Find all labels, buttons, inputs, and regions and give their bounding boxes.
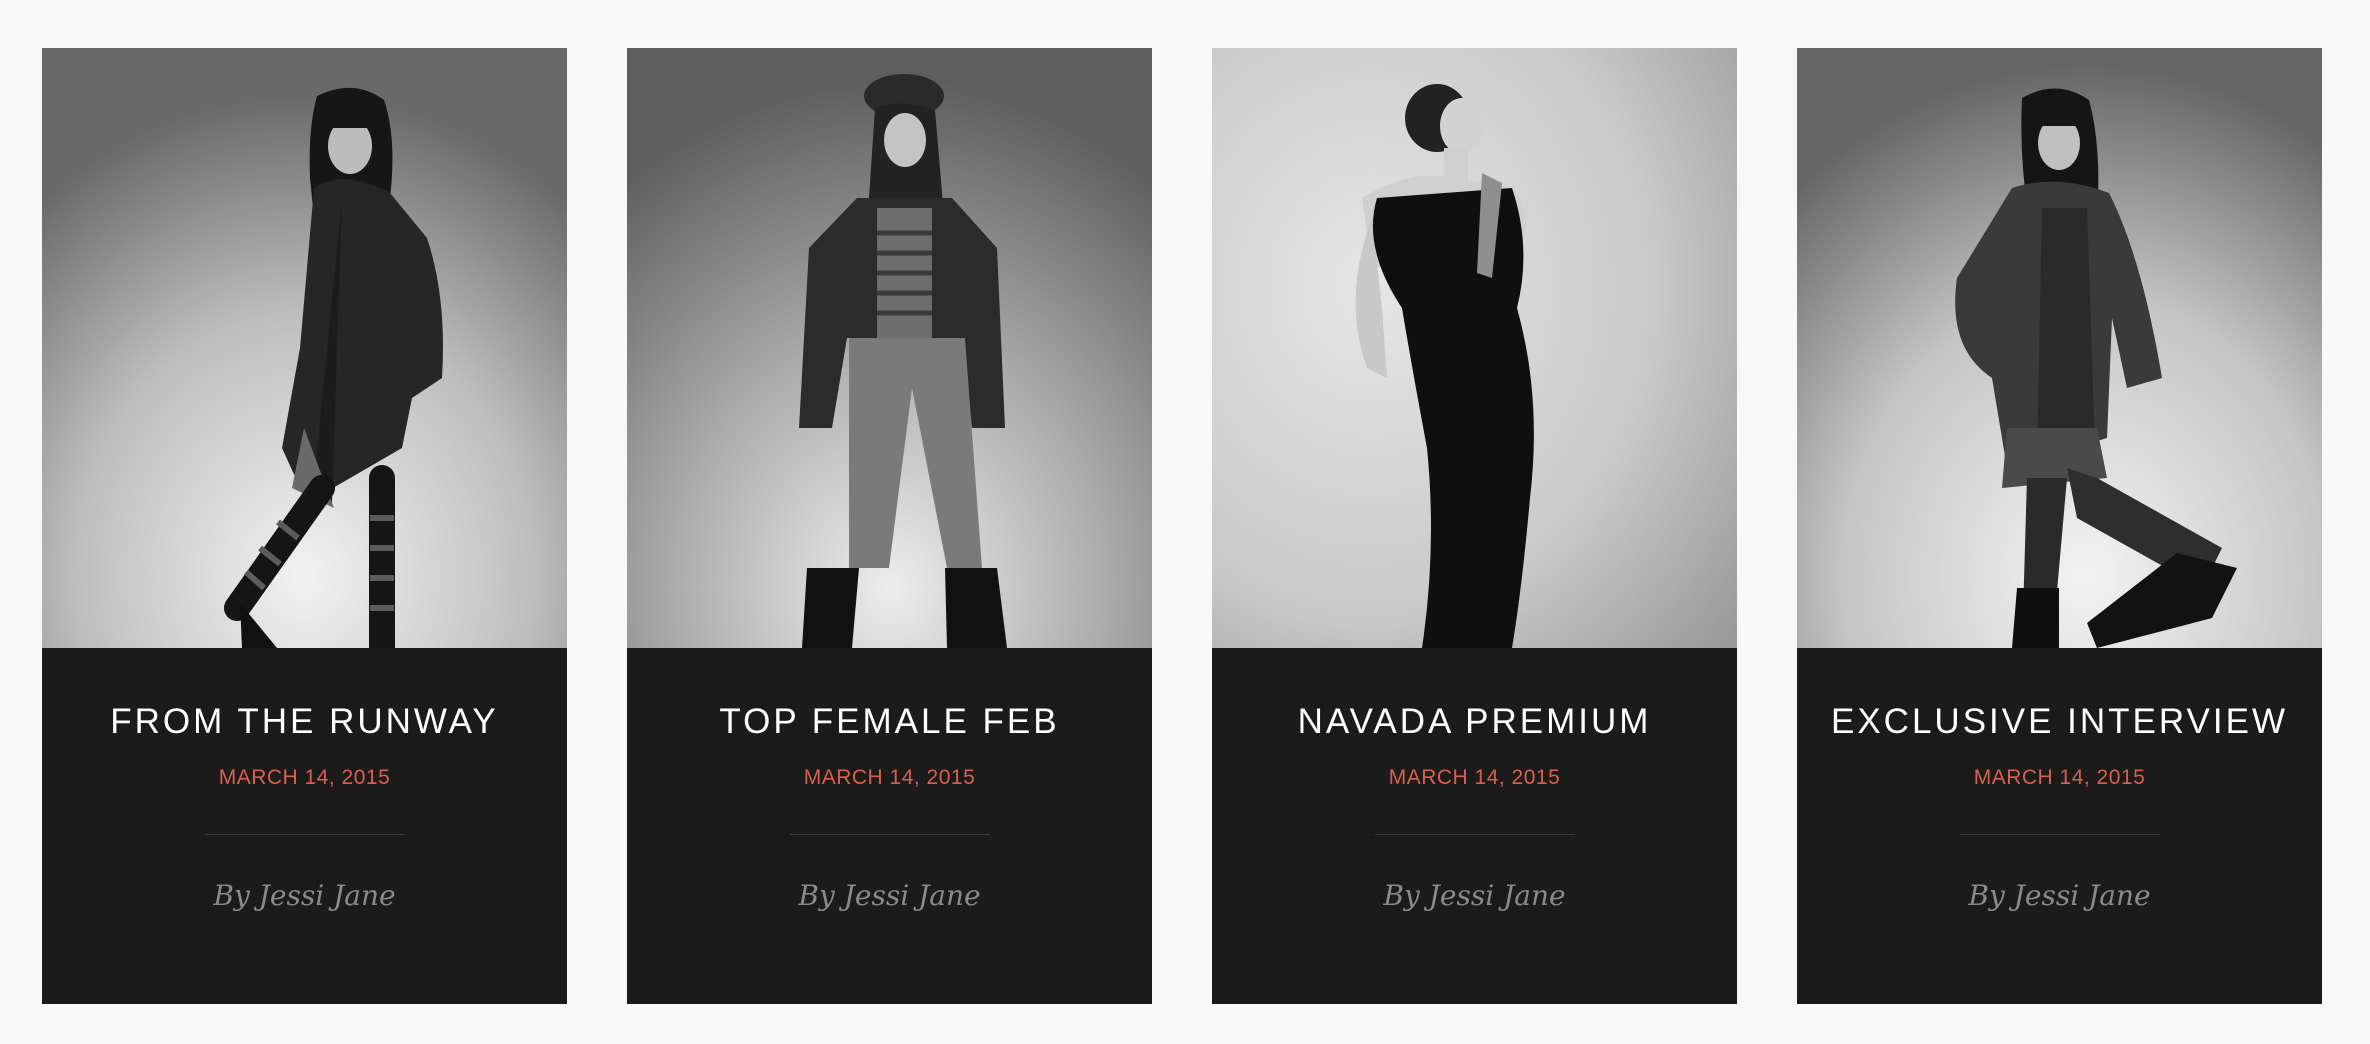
post-image[interactable] (1797, 48, 2322, 648)
post-date: MARCH 14, 2015 (1388, 766, 1561, 789)
post-info: FROM THE RUNWAY MARCH 14, 2015 By Jessi … (42, 648, 567, 1004)
post-title[interactable]: EXCLUSIVE INTERVIEW (1831, 702, 2288, 742)
post-card[interactable]: EXCLUSIVE INTERVIEW MARCH 14, 2015 By Je… (1797, 48, 2322, 1004)
post-date: MARCH 14, 2015 (218, 766, 391, 789)
post-title[interactable]: TOP FEMALE FEB (719, 702, 1059, 742)
divider (1959, 834, 2160, 835)
model-photo-1 (42, 48, 567, 648)
post-date: MARCH 14, 2015 (1973, 766, 2146, 789)
post-title[interactable]: FROM THE RUNWAY (110, 702, 499, 742)
post-grid: FROM THE RUNWAY MARCH 14, 2015 By Jessi … (42, 48, 2324, 1004)
post-card[interactable]: FROM THE RUNWAY MARCH 14, 2015 By Jessi … (42, 48, 567, 1004)
post-author: By Jessi Jane (798, 879, 981, 912)
post-author: By Jessi Jane (213, 879, 396, 912)
divider (1374, 834, 1575, 835)
post-date: MARCH 14, 2015 (803, 766, 976, 789)
post-card[interactable]: NAVADA PREMIUM MARCH 14, 2015 By Jessi J… (1212, 48, 1737, 1004)
post-image[interactable] (1212, 48, 1737, 648)
post-author: By Jessi Jane (1968, 879, 2151, 912)
post-author: By Jessi Jane (1383, 879, 1566, 912)
post-title[interactable]: NAVADA PREMIUM (1298, 702, 1652, 742)
divider (204, 834, 405, 835)
divider (789, 834, 990, 835)
post-card[interactable]: TOP FEMALE FEB MARCH 14, 2015 By Jessi J… (627, 48, 1152, 1004)
model-photo-3 (1212, 48, 1737, 648)
post-image[interactable] (42, 48, 567, 648)
model-photo-2 (627, 48, 1152, 648)
model-photo-4 (1797, 48, 2322, 648)
post-info: TOP FEMALE FEB MARCH 14, 2015 By Jessi J… (627, 648, 1152, 1004)
post-image[interactable] (627, 48, 1152, 648)
post-info: EXCLUSIVE INTERVIEW MARCH 14, 2015 By Je… (1797, 648, 2322, 1004)
post-info: NAVADA PREMIUM MARCH 14, 2015 By Jessi J… (1212, 648, 1737, 1004)
